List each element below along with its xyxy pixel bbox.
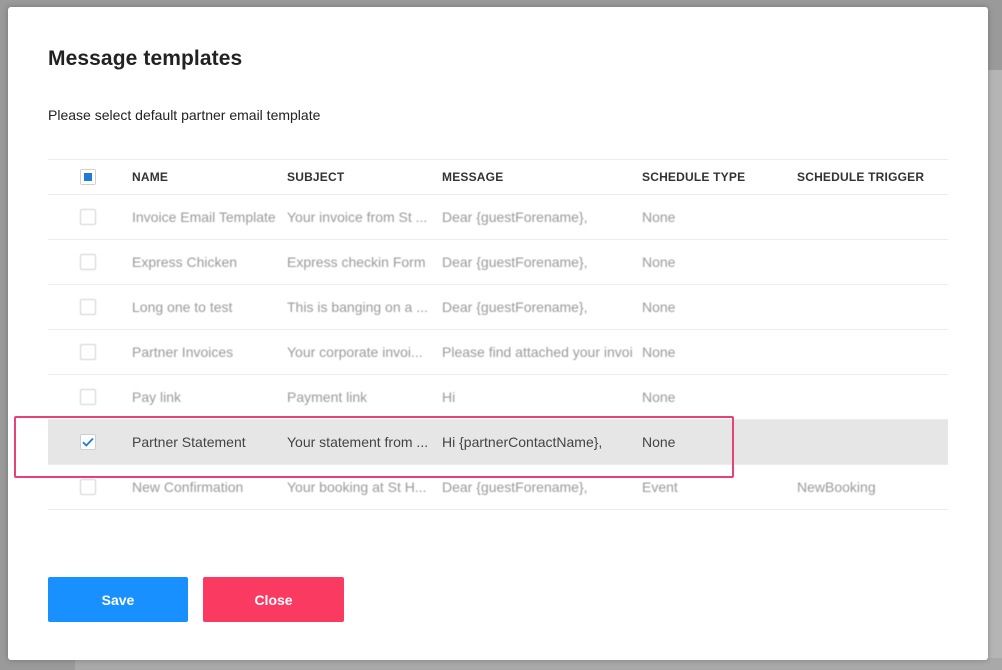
cell-message: Hi {partnerContactName}, xyxy=(442,434,603,450)
cell-name: Long one to test xyxy=(132,299,233,315)
close-button[interactable]: Close xyxy=(203,577,344,622)
table-header: NAME SUBJECT MESSAGE SCHEDULE TYPE SCHED… xyxy=(48,159,948,195)
select-all-checkbox[interactable] xyxy=(80,169,96,185)
templates-table: NAME SUBJECT MESSAGE SCHEDULE TYPE SCHED… xyxy=(48,159,948,510)
row-checkbox[interactable] xyxy=(80,344,96,360)
row-checkbox-cell xyxy=(48,209,132,225)
cell-schedule-type: None xyxy=(642,299,676,315)
row-checkbox[interactable] xyxy=(80,254,96,270)
table-body: Invoice Email Template Your invoice from … xyxy=(48,195,948,510)
row-checkbox[interactable] xyxy=(80,389,96,405)
cell-subject: Payment link xyxy=(287,389,368,405)
cell-subject: Express checkin Form xyxy=(287,254,426,270)
cell-schedule-type: None xyxy=(642,209,676,225)
header-name[interactable]: NAME xyxy=(132,170,287,184)
cell-subject: Your corporate invoi... xyxy=(287,344,423,360)
checkmark-icon xyxy=(82,437,94,447)
table-row[interactable]: Pay link Payment link Hi None xyxy=(48,375,948,420)
header-checkbox-cell xyxy=(48,169,132,185)
row-checkbox[interactable] xyxy=(80,299,96,315)
modal-subtitle: Please select default partner email temp… xyxy=(48,107,321,123)
cell-schedule-type: None xyxy=(642,389,676,405)
cell-message: Dear {guestForename}, xyxy=(442,479,588,495)
save-button[interactable]: Save xyxy=(48,577,188,622)
row-checkbox[interactable] xyxy=(80,434,96,450)
table-row[interactable]: Long one to test This is banging on a ...… xyxy=(48,285,948,330)
cell-message: Dear {guestForename}, xyxy=(442,209,588,225)
cell-subject: Your invoice from St ... xyxy=(287,209,428,225)
table-row[interactable]: Express Chicken Express checkin Form Dear … xyxy=(48,240,948,285)
cell-schedule-type: None xyxy=(642,344,676,360)
row-checkbox[interactable] xyxy=(80,479,96,495)
cell-schedule-type: None xyxy=(642,434,676,450)
cell-name: Partner Statement xyxy=(132,434,246,450)
cell-name: Partner Invoices xyxy=(132,344,234,360)
message-templates-modal: Message templates Please select default … xyxy=(8,7,988,660)
row-checkbox-cell xyxy=(48,389,132,405)
row-checkbox-cell xyxy=(48,254,132,270)
header-schedule-type[interactable]: SCHEDULE TYPE xyxy=(642,170,797,184)
row-checkbox-cell xyxy=(48,344,132,360)
cell-message: Please find attached your invoi xyxy=(442,344,633,360)
table-row[interactable]: Invoice Email Template Your invoice from … xyxy=(48,195,948,240)
cell-subject: This is banging on a ... xyxy=(287,299,428,315)
cell-schedule-trigger: NewBooking xyxy=(797,479,876,495)
cell-name: New Confirmation xyxy=(132,479,244,495)
header-message[interactable]: MESSAGE xyxy=(442,170,642,184)
table-row[interactable]: Partner Statement Your statement from ...… xyxy=(48,420,948,465)
row-checkbox[interactable] xyxy=(80,209,96,225)
table-row[interactable]: New Confirmation Your booking at St H... D… xyxy=(48,465,948,510)
row-checkbox-cell xyxy=(48,299,132,315)
cell-name: Invoice Email Template xyxy=(132,209,276,225)
cell-message: Dear {guestForename}, xyxy=(442,299,588,315)
cell-message: Dear {guestForename}, xyxy=(442,254,588,270)
row-checkbox-cell xyxy=(48,434,132,450)
cell-message: Hi xyxy=(442,389,456,405)
row-checkbox-cell xyxy=(48,479,132,495)
header-schedule-trigger[interactable]: SCHEDULE TRIGGER xyxy=(797,170,947,184)
modal-title: Message templates xyxy=(48,47,243,70)
header-subject[interactable]: SUBJECT xyxy=(287,170,442,184)
cell-schedule-type: Event xyxy=(642,479,678,495)
cell-subject: Your statement from ... xyxy=(287,434,429,450)
table-row[interactable]: Partner Invoices Your corporate invoi... P… xyxy=(48,330,948,375)
cell-subject: Your booking at St H... xyxy=(287,479,427,495)
cell-name: Express Chicken xyxy=(132,254,238,270)
cell-schedule-type: None xyxy=(642,254,676,270)
cell-name: Pay link xyxy=(132,389,182,405)
